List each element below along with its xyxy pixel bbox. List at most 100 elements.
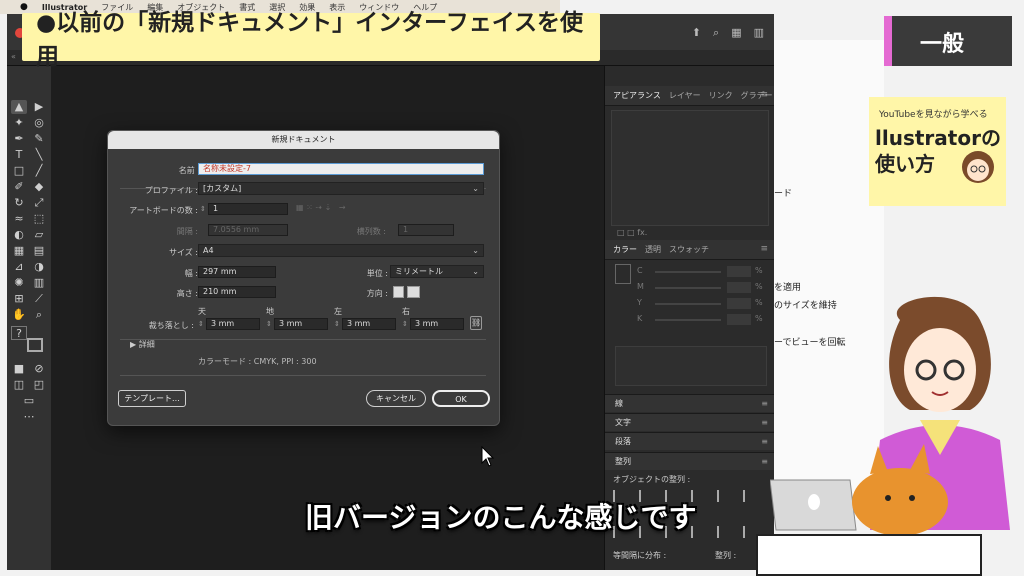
fill-stroke-swatch-icon[interactable] — [615, 264, 631, 284]
tab-color[interactable]: カラー — [613, 244, 637, 255]
bleed-top-label: 天 — [198, 307, 206, 316]
tab-appearance[interactable]: アピアランス — [613, 90, 661, 101]
artboards-input[interactable]: 1 — [208, 203, 288, 215]
apple-icon[interactable]: ● — [20, 2, 28, 12]
bleed-bottom-input[interactable]: 3 mm — [274, 318, 328, 330]
size-select[interactable]: A4 ⌄ — [198, 244, 484, 257]
height-input[interactable]: 210 mm — [198, 286, 276, 298]
zoom-tool-icon[interactable]: ⌕ — [31, 308, 47, 322]
artboard-tool-icon[interactable]: ⊞ — [11, 292, 27, 306]
subtitle-caption: 旧バージョンのこんな感じです — [305, 501, 697, 534]
pen-tool-icon[interactable]: ✒ — [11, 132, 27, 146]
paragraph-panel-header[interactable]: 段落 ≡ — [605, 432, 774, 450]
height-label: 高さ : — [176, 289, 198, 298]
dialog-title: 新規ドキュメント — [108, 131, 499, 149]
none-mode-icon[interactable]: ⊘ — [31, 362, 47, 376]
fx-icon[interactable]: □ □ fx. — [617, 228, 647, 237]
symbol-sprayer-tool-icon[interactable]: ✺ — [11, 276, 27, 290]
stroke-panel-header[interactable]: 線 ≡ — [605, 394, 774, 412]
panel-toggle-icon[interactable]: ▥ — [754, 26, 764, 40]
tab-layers[interactable]: レイヤー — [669, 90, 701, 101]
link-bleed-icon[interactable]: ⛓ — [470, 316, 482, 330]
tab-transparency[interactable]: 透明 — [645, 244, 661, 255]
type-tool-icon[interactable]: T — [11, 148, 27, 162]
direct-selection-tool-icon[interactable]: ▶ — [31, 100, 47, 114]
curvature-tool-icon[interactable]: ✎ — [31, 132, 47, 146]
screen-mode-icon[interactable]: ▭ — [21, 394, 37, 408]
align-to-label: 整列 : — [715, 551, 737, 560]
draw-mode-icon[interactable]: ◫ — [11, 378, 27, 392]
landscape-icon[interactable] — [407, 286, 420, 298]
width-input[interactable]: 297 mm — [198, 266, 276, 278]
artboards-label: アートボードの数 : — [129, 206, 198, 215]
bleed-right-stepper-icon[interactable]: ⇕ — [402, 320, 408, 328]
portrait-icon[interactable] — [393, 286, 404, 298]
shaper-tool-icon[interactable]: ✐ — [11, 180, 27, 194]
bleed-right-input[interactable]: 3 mm — [410, 318, 464, 330]
collapse-icon[interactable]: « — [11, 52, 16, 61]
hand-tool-icon[interactable]: ✋ — [11, 308, 27, 322]
cancel-button[interactable]: キャンセル — [366, 390, 426, 407]
side-text-1: ード — [774, 189, 793, 199]
shape-builder-tool-icon[interactable]: ◐ — [11, 228, 27, 242]
slice-tool-icon[interactable]: ⟋ — [31, 292, 47, 306]
scale-tool-icon[interactable]: ⤢ — [31, 196, 47, 210]
perspective-grid-tool-icon[interactable]: ▱ — [31, 228, 47, 242]
new-document-dialog: 新規ドキュメント 名前 : 名称未設定-7 プロファイル : [カスタム] ⌄ ア… — [107, 130, 500, 426]
bleed-left-input[interactable]: 3 mm — [342, 318, 396, 330]
lasso-tool-icon[interactable]: ◎ — [31, 116, 47, 130]
type-panel-header[interactable]: 文字 ≡ — [605, 413, 774, 431]
color-mode-icon[interactable]: ■ — [11, 362, 27, 376]
search-icon[interactable]: ⌕ — [713, 26, 719, 40]
profile-label: プロファイル : — [144, 186, 198, 195]
tab-links[interactable]: リンク — [709, 90, 733, 101]
eyedropper-tool-icon[interactable]: ⊿ — [11, 260, 27, 274]
tutorial-title-card: YouTubeを見ながら学べる llustratorの 使い方 — [869, 97, 1006, 206]
workspace-icon[interactable]: ▦ — [731, 26, 741, 40]
blend-tool-icon[interactable]: ◑ — [31, 260, 47, 274]
y-slider[interactable]: Y% — [637, 298, 767, 310]
share-icon[interactable]: ⬆ — [692, 26, 701, 40]
eraser-tool-icon[interactable]: ◆ — [31, 180, 47, 194]
tab-swatches[interactable]: スウォッチ — [669, 244, 709, 255]
graph-tool-icon[interactable]: ▥ — [31, 276, 47, 290]
panel-menu-icon[interactable]: ≡ — [760, 90, 768, 100]
bleed-left-stepper-icon[interactable]: ⇕ — [334, 320, 340, 328]
name-input[interactable]: 名称未設定-7 — [198, 163, 484, 175]
spacing-input[interactable]: 7.0556 mm — [208, 224, 288, 236]
mesh-tool-icon[interactable]: ▦ — [11, 244, 27, 258]
bleed-top-input[interactable]: 3 mm — [206, 318, 260, 330]
width-tool-icon[interactable]: ≈ — [11, 212, 27, 226]
more-tools-icon[interactable]: ⋯ — [21, 410, 37, 424]
draw-inside-icon[interactable]: ◰ — [31, 378, 47, 392]
m-slider[interactable]: M% — [637, 282, 767, 294]
align-panel-header[interactable]: 整列 ≡ — [605, 452, 774, 470]
columns-label: 横列数 : — [356, 227, 386, 236]
paintbrush-tool-icon[interactable]: ╱ — [31, 164, 47, 178]
profile-select[interactable]: [カスタム] ⌄ — [198, 182, 484, 195]
chevron-down-icon: ⌄ — [472, 246, 479, 255]
fill-icon[interactable]: ? — [11, 326, 27, 340]
free-transform-tool-icon[interactable]: ⬚ — [31, 212, 47, 226]
k-slider[interactable]: K% — [637, 314, 767, 326]
columns-input[interactable]: 1 — [398, 224, 454, 236]
bleed-bottom-stepper-icon[interactable]: ⇕ — [266, 320, 272, 328]
artboards-stepper-icon[interactable]: ⇕ — [200, 205, 206, 213]
template-button[interactable]: テンプレート... — [118, 390, 186, 407]
gradient-tool-icon[interactable]: ▤ — [31, 244, 47, 258]
magic-wand-tool-icon[interactable]: ✦ — [11, 116, 27, 130]
rectangle-tool-icon[interactable]: □ — [11, 164, 27, 178]
panel-menu-icon[interactable]: ≡ — [760, 244, 768, 254]
line-tool-icon[interactable]: ╲ — [31, 148, 47, 162]
units-select[interactable]: ミリメートル ⌄ — [390, 265, 484, 278]
advanced-toggle[interactable]: ▶ 詳細 — [130, 339, 155, 350]
bleed-top-stepper-icon[interactable]: ⇕ — [198, 320, 204, 328]
c-slider[interactable]: C% — [637, 266, 767, 278]
color-panel-tabs: カラー 透明 スウォッチ ≡ — [605, 240, 774, 260]
distribute-spacing-label: 等間隔に分布 : — [613, 551, 667, 560]
ok-button[interactable]: OK — [432, 390, 490, 407]
color-spectrum[interactable] — [615, 346, 767, 386]
rotate-tool-icon[interactable]: ↻ — [11, 196, 27, 210]
selection-tool-icon[interactable]: ▲ — [11, 100, 27, 114]
stroke-icon[interactable] — [27, 338, 43, 352]
